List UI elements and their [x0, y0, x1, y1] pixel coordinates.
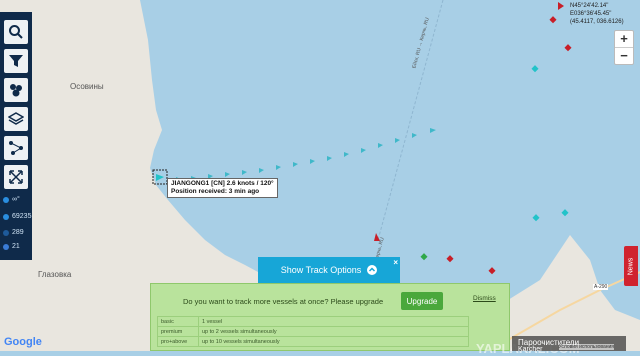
news-tab[interactable]: News	[624, 246, 638, 286]
track-options-label: Show Track Options	[280, 265, 362, 275]
coord-lat: N45°24'42.14"	[570, 3, 609, 9]
layers-button[interactable]	[4, 107, 28, 131]
stat-total: 69235	[3, 213, 31, 220]
zoom-in-button[interactable]: +	[615, 31, 633, 47]
zoom-out-button[interactable]: −	[615, 47, 633, 64]
search-button[interactable]	[4, 20, 28, 44]
terms-link[interactable]: Условия использования	[558, 344, 614, 350]
stat-other-value: 21	[12, 243, 20, 250]
place-label-glazovka: Глазовка	[38, 270, 72, 279]
dismiss-link[interactable]: Dismiss	[473, 295, 496, 302]
filter-button[interactable]	[4, 49, 28, 73]
upgrade-panel: Do you want to track more vessels at onc…	[150, 283, 510, 351]
vessel-tooltip: JIANGONG1 [CN] 2.6 knots / 120° Position…	[167, 178, 278, 198]
stat-playback-value: ∞°	[12, 196, 20, 203]
vessel-position-line: Position received: 3 min ago	[171, 188, 260, 195]
stat-moving-value: 289	[12, 229, 24, 236]
vessel-name-line: JIANGONG1 [CN] 2.6 knots / 120°	[171, 180, 274, 187]
plan-desc: up to 10 vessels simultaneously	[198, 336, 469, 347]
table-row: premium up to 2 vessels simultaneously	[157, 326, 469, 337]
stat-other: 21	[3, 243, 20, 250]
coord-decimal: (45.4117, 036.6126)	[570, 19, 624, 25]
coordinate-readout: N45°24'42.14" E036°36'45.45" (45.4117, 0…	[570, 2, 624, 26]
ad-subtitle[interactable]: Karcher	[518, 346, 543, 353]
stat-total-value: 69235	[12, 213, 32, 220]
table-row: pro+above up to 10 vessels simultaneously	[157, 336, 469, 347]
upgrade-question: Do you want to track more vessels at onc…	[183, 297, 384, 306]
vessels-button[interactable]	[4, 78, 28, 102]
fullscreen-icon	[9, 170, 23, 184]
news-label: News	[627, 257, 635, 275]
google-logo: Google	[4, 336, 42, 348]
coord-lon: E036°36'45.45"	[570, 11, 612, 17]
plans-table: basic 1 vessel premium up to 2 vessels sim…	[157, 316, 469, 347]
plan-name: basic	[157, 316, 199, 327]
layers-icon	[8, 112, 24, 125]
show-track-options-button[interactable]: Show Track Options ×	[258, 257, 400, 283]
vessels-icon	[10, 84, 22, 97]
road-label: А-290	[593, 284, 609, 290]
upgrade-button[interactable]: Upgrade	[401, 292, 443, 310]
chevron-up-icon	[367, 265, 378, 275]
plan-desc: up to 2 vessels simultaneously	[198, 326, 469, 337]
stat-playback[interactable]: ∞°	[3, 196, 20, 203]
place-label-osoviny: Осовины	[70, 82, 104, 91]
filter-icon	[9, 55, 23, 67]
plan-name: premium	[157, 326, 199, 337]
table-row: basic 1 vessel	[157, 316, 469, 327]
plan-desc: 1 vessel	[198, 316, 469, 327]
network-icon	[9, 141, 23, 155]
network-button[interactable]	[4, 136, 28, 160]
stat-moving: 289	[3, 229, 24, 236]
sidebar: ∞° 69235 289 21	[0, 12, 32, 260]
fullscreen-button[interactable]	[4, 165, 28, 189]
plan-name: pro+above	[157, 336, 199, 347]
zoom-control: + −	[614, 30, 634, 65]
search-icon	[9, 25, 23, 39]
close-track-options-button[interactable]: ×	[393, 258, 398, 267]
